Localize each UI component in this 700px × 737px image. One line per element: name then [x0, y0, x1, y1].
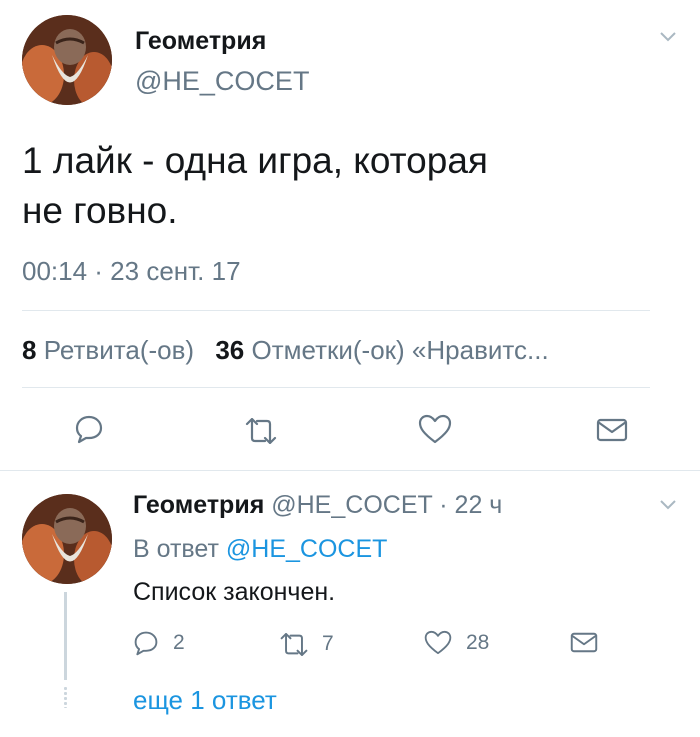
author-handle[interactable]: @HE_COCET [271, 491, 432, 519]
like-count: 28 [466, 630, 490, 654]
avatar-image [22, 15, 112, 105]
like-icon [424, 630, 452, 655]
author-name[interactable]: Геометрия [135, 27, 266, 56]
thread-line [64, 592, 67, 680]
retweet-icon[interactable] [243, 418, 279, 444]
retweet-stat[interactable]: 8 Ретвита(-ов) [22, 335, 201, 365]
chevron-down-icon[interactable] [660, 32, 676, 42]
reply-icon[interactable] [74, 414, 104, 444]
thread-dots [64, 686, 67, 708]
reply-time[interactable]: · 22 ч [439, 491, 502, 519]
like-count: 36 [215, 335, 245, 365]
message-icon[interactable] [596, 418, 628, 442]
message-icon[interactable] [570, 632, 598, 653]
divider [22, 310, 650, 311]
author-name[interactable]: Геометрия [133, 491, 264, 519]
reply-text: Список закончен. [133, 578, 336, 606]
like-button[interactable]: 28 [424, 630, 489, 655]
reply-to-link[interactable]: @HE_COCET [226, 535, 388, 563]
avatar[interactable] [22, 494, 112, 584]
tweet-timestamp[interactable]: 00:14 · 23 сент. 17 [22, 256, 241, 287]
reply-header: Геометрия @HE_COCET · 22 ч [133, 491, 502, 520]
divider [22, 387, 650, 388]
author-handle[interactable]: @HE_COCET [135, 66, 309, 97]
avatar[interactable] [22, 15, 112, 105]
reply-count: 2 [173, 631, 185, 654]
show-more-replies-link[interactable]: еще 1 ответ [133, 685, 277, 716]
retweet-count: 8 [22, 335, 37, 365]
tweet-stats: 8 Ретвита(-ов) 36 Отметки(-ок) «Нравитс.… [22, 335, 549, 366]
retweet-label: Ретвита(-ов) [43, 335, 195, 365]
tweet-text-line-1: 1 лайк - одна игра, которая [22, 140, 488, 181]
like-stat[interactable]: 36 Отметки(-ок) «Нравитс... [215, 335, 548, 365]
tweet-text-line-2: не говно. [22, 190, 178, 231]
reply-icon [133, 630, 159, 656]
avatar-image [22, 494, 112, 584]
chevron-down-icon[interactable] [660, 500, 676, 510]
retweet-icon [278, 632, 310, 656]
section-separator [0, 470, 700, 471]
reply-context: В ответ @HE_COCET [133, 535, 387, 564]
retweet-button[interactable]: 7 [278, 632, 334, 656]
like-icon[interactable] [418, 414, 452, 444]
reply-button[interactable]: 2 [133, 630, 185, 656]
retweet-count: 7 [322, 632, 334, 655]
reply-prefix: В ответ [133, 535, 219, 563]
like-label: Отметки(-ок) «Нравитс... [251, 335, 549, 365]
